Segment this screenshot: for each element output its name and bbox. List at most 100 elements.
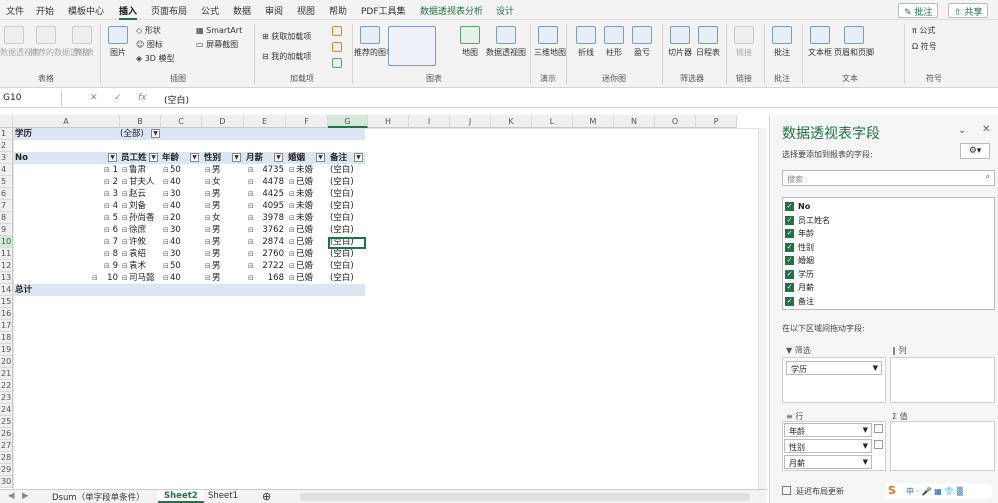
pivot-cell[interactable]: (空白) bbox=[330, 224, 354, 236]
collapse-toggle-icon[interactable]: ⊟ bbox=[163, 224, 169, 236]
collapse-toggle-icon[interactable]: ⊟ bbox=[104, 224, 110, 236]
row-header-6[interactable]: 6 bbox=[0, 188, 13, 200]
pivot-cell[interactable]: 袁术 bbox=[129, 260, 146, 272]
collapse-toggle-icon[interactable]: ⊟ bbox=[205, 200, 211, 212]
collapse-toggle-icon[interactable]: ⊟ bbox=[248, 200, 254, 212]
pivot-cell[interactable]: 4095 bbox=[250, 200, 284, 212]
header-filter-dropdown[interactable]: ▼ bbox=[232, 153, 241, 162]
row-item-age[interactable]: 年龄 ▼ bbox=[784, 423, 872, 437]
collapse-toggle-icon[interactable]: ⊟ bbox=[104, 248, 110, 260]
smartart-button[interactable]: ▦ SmartArt bbox=[196, 26, 242, 36]
pivot-cell[interactable]: 50 bbox=[170, 260, 181, 272]
shapes-button[interactable]: ◇ 形状 bbox=[136, 26, 161, 36]
collapse-icon[interactable]: ⌄ bbox=[958, 125, 966, 136]
ime-toolbar[interactable]: S 中 · 🎤 ▦ 👕 ▒ bbox=[884, 483, 992, 499]
row-no-cell[interactable]: 3 bbox=[88, 188, 118, 200]
collapse-toggle-icon[interactable]: ⊟ bbox=[248, 248, 254, 260]
pivot-table-button[interactable]: 数据透视表 bbox=[0, 48, 40, 58]
collapse-toggle-icon[interactable]: ⊟ bbox=[205, 236, 211, 248]
column-header-l[interactable]: L bbox=[532, 115, 573, 128]
tab-help[interactable]: 帮助 bbox=[329, 4, 347, 17]
row-header-27[interactable]: 27 bbox=[0, 440, 13, 452]
field-item-3[interactable]: ✓ 性别 bbox=[785, 241, 814, 254]
collapse-toggle-icon[interactable]: ⊟ bbox=[163, 236, 169, 248]
pivot-cell[interactable]: 孙尚香 bbox=[129, 212, 155, 224]
cancel-icon[interactable]: ✕ bbox=[90, 93, 98, 103]
row-header-2[interactable]: 2 bbox=[0, 140, 13, 152]
collapse-toggle-icon[interactable]: ⊟ bbox=[122, 272, 128, 284]
collapse-toggle-icon[interactable]: ⊟ bbox=[205, 248, 211, 260]
pivot-cell[interactable]: 30 bbox=[170, 248, 181, 260]
spreadsheet-grid[interactable]: ABCDEFGHIJKLMNOP 1 2 3 4 5 6 7 8 9 10 11 12 13 14 15 16… bbox=[0, 115, 767, 489]
share-button[interactable]: ⇧ 共享 bbox=[948, 3, 989, 18]
maps-button[interactable]: 地图 bbox=[456, 48, 484, 58]
field-search-input[interactable]: 搜索 ⌕ bbox=[782, 170, 995, 186]
report-filter-dropdown[interactable]: ▼ bbox=[151, 129, 160, 138]
column-header-g[interactable]: G bbox=[328, 115, 368, 128]
field-item-6[interactable]: ✓ 月薪 bbox=[785, 281, 814, 294]
tab-review[interactable]: 审阅 bbox=[265, 4, 283, 17]
collapse-toggle-icon[interactable]: ⊟ bbox=[205, 176, 211, 188]
sheet-tab-dsum[interactable]: Dsum（单字段单条件） bbox=[46, 490, 151, 503]
column-header-h[interactable]: H bbox=[368, 115, 409, 128]
tab-design[interactable]: 设计 bbox=[496, 4, 514, 17]
confirm-icon[interactable]: ✓ bbox=[114, 93, 122, 103]
row-header-1[interactable]: 1 bbox=[0, 128, 13, 140]
horizontal-scrollbar[interactable] bbox=[300, 493, 750, 501]
field-item-2[interactable]: ✓ 年龄 bbox=[785, 227, 814, 240]
tab-view[interactable]: 视图 bbox=[297, 4, 315, 17]
row-header-11[interactable]: 11 bbox=[0, 248, 13, 260]
pivot-cell[interactable]: 2760 bbox=[250, 248, 284, 260]
pivot-cell[interactable]: 未婚 bbox=[296, 188, 313, 200]
collapse-toggle-icon[interactable]: ⊟ bbox=[163, 200, 169, 212]
tab-pdf-tools[interactable]: PDF工具集 bbox=[361, 4, 406, 17]
row-header-13[interactable]: 13 bbox=[0, 272, 13, 284]
row-header-26[interactable]: 26 bbox=[0, 428, 13, 440]
row-header-15[interactable]: 15 bbox=[0, 296, 13, 308]
pivot-cell[interactable]: 未婚 bbox=[296, 200, 313, 212]
collapse-toggle-icon[interactable]: ⊟ bbox=[122, 188, 128, 200]
collapse-toggle-icon[interactable]: ⊟ bbox=[122, 176, 128, 188]
collapse-toggle-icon[interactable]: ⊟ bbox=[122, 236, 128, 248]
slicer-button[interactable]: 切片器 bbox=[664, 48, 696, 58]
collapse-toggle-icon[interactable]: ⊟ bbox=[248, 176, 254, 188]
row-header-19[interactable]: 19 bbox=[0, 344, 13, 356]
row-header-8[interactable]: 8 bbox=[0, 212, 13, 224]
row-header-4[interactable]: 4 bbox=[0, 164, 13, 176]
row-no-cell[interactable]: 6 bbox=[88, 224, 118, 236]
row-no-cell[interactable]: 1 bbox=[88, 164, 118, 176]
collapse-toggle-icon[interactable]: ⊟ bbox=[205, 188, 211, 200]
collapse-toggle-icon[interactable]: ⊟ bbox=[122, 164, 128, 176]
collapse-toggle-icon[interactable]: ⊟ bbox=[163, 176, 169, 188]
row-header-29[interactable]: 29 bbox=[0, 464, 13, 476]
area-checkbox[interactable] bbox=[874, 440, 883, 449]
collapse-toggle-icon[interactable]: ⊟ bbox=[163, 212, 169, 224]
column-header-k[interactable]: K bbox=[491, 115, 532, 128]
column-header-a[interactable]: A bbox=[13, 115, 120, 128]
checked-checkbox-icon[interactable]: ✓ bbox=[785, 256, 794, 265]
collapse-toggle-icon[interactable]: ⊟ bbox=[289, 260, 295, 272]
pivot-cell[interactable]: (空白) bbox=[330, 248, 354, 260]
row-item-salary[interactable]: 月薪 ▼ bbox=[784, 455, 872, 469]
add-sheet-icon[interactable]: ⊕ bbox=[256, 490, 277, 503]
3d-map-button[interactable]: 三维地图 bbox=[534, 48, 566, 58]
row-no-cell[interactable]: 5 bbox=[88, 212, 118, 224]
tab-insert[interactable]: 插入 bbox=[119, 4, 138, 20]
pivot-cell[interactable]: 168 bbox=[250, 272, 284, 284]
collapse-toggle-icon[interactable]: ⊟ bbox=[205, 224, 211, 236]
row-no-cell[interactable]: 9 bbox=[88, 260, 118, 272]
pivot-cell[interactable]: (空白) bbox=[330, 260, 354, 272]
get-addins-button[interactable]: ⊞ 获取加载项 bbox=[262, 32, 311, 42]
tab-home[interactable]: 开始 bbox=[36, 4, 54, 17]
row-header-12[interactable]: 12 bbox=[0, 260, 13, 272]
defer-update-checkbox[interactable] bbox=[782, 486, 791, 495]
header-filter-dropdown[interactable]: ▼ bbox=[190, 153, 199, 162]
checked-checkbox-icon[interactable]: ✓ bbox=[785, 283, 794, 292]
pivot-cell[interactable]: (空白) bbox=[330, 164, 354, 176]
tab-pivot-analyze[interactable]: 数据透视表分析 bbox=[420, 4, 483, 17]
pivot-cell[interactable]: 30 bbox=[170, 224, 181, 236]
row-no-cell[interactable]: 8 bbox=[88, 248, 118, 260]
pivot-cell[interactable]: (空白) bbox=[330, 176, 354, 188]
pivot-cell[interactable]: 已婚 bbox=[296, 236, 313, 248]
header-filter-dropdown[interactable]: ▼ bbox=[316, 153, 325, 162]
